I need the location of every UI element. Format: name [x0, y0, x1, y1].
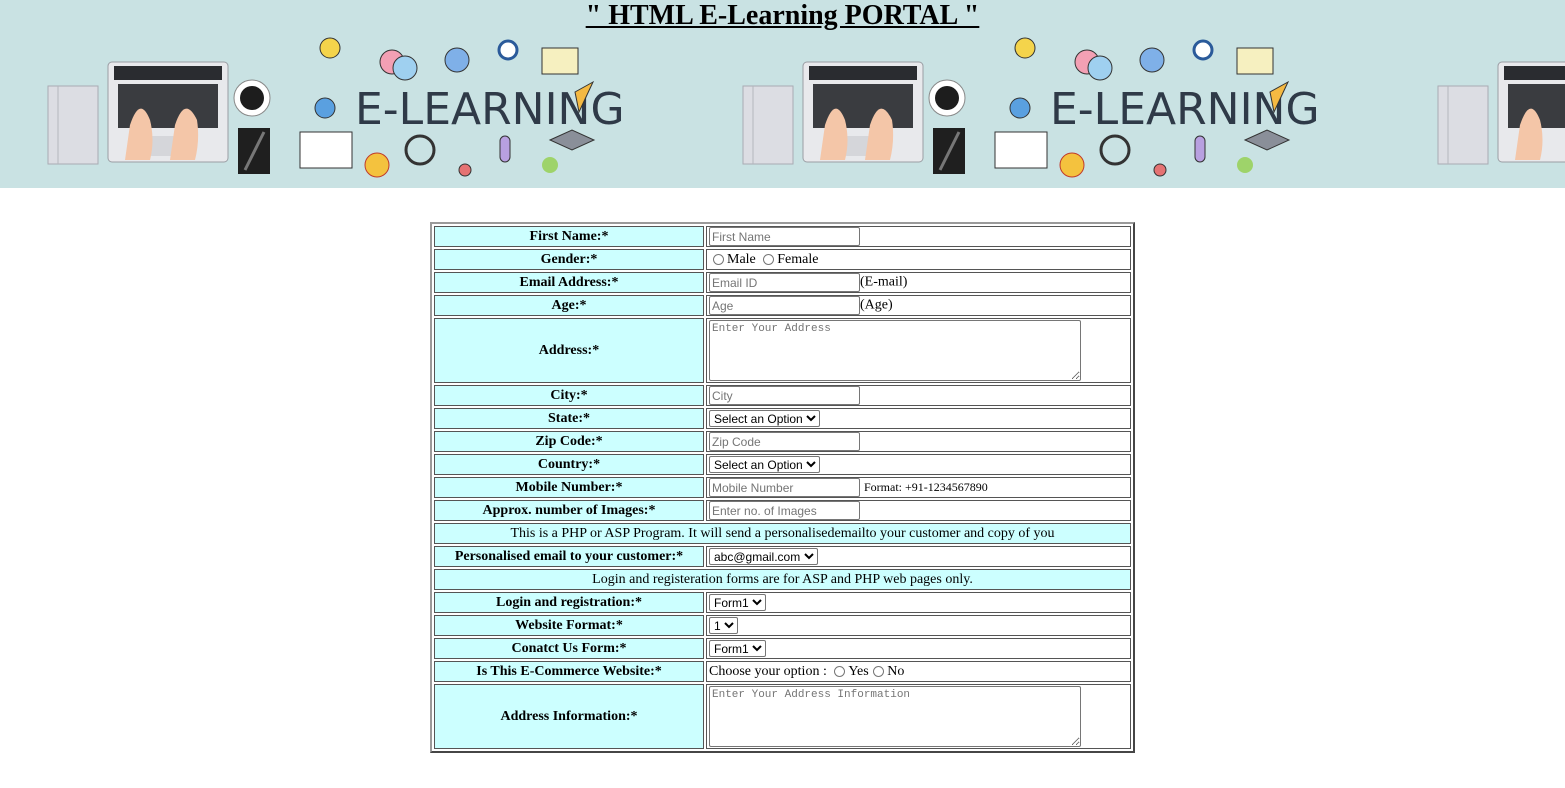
row-email: Email Address:* (E-mail)	[434, 272, 1131, 293]
address-label: Address:*	[434, 318, 704, 383]
ecommerce-prompt: Choose your option :	[709, 663, 827, 679]
city-input[interactable]	[709, 386, 860, 405]
row-contact-form: Conatct Us Form:* Form1	[434, 638, 1131, 659]
images-input[interactable]	[709, 501, 860, 520]
zip-input[interactable]	[709, 432, 860, 451]
php-note: This is a PHP or ASP Program. It will se…	[434, 523, 1131, 544]
row-zip: Zip Code:*	[434, 431, 1131, 452]
row-state: State:* Select an Option	[434, 408, 1131, 429]
age-input[interactable]	[709, 296, 860, 315]
form-table: First Name:* Gender:* Male Female Email …	[430, 222, 1135, 753]
gender-label: Gender:*	[434, 249, 704, 270]
address-textarea[interactable]	[709, 320, 1081, 381]
website-format-select[interactable]: 1	[709, 617, 738, 634]
ecommerce-no-label: No	[887, 663, 905, 679]
row-mobile: Mobile Number:* Format: +91-1234567890	[434, 477, 1131, 498]
state-select[interactable]: Select an Option	[709, 410, 820, 427]
page-title: " HTML E-Learning PORTAL "	[585, 0, 980, 31]
row-first-name: First Name:*	[434, 226, 1131, 247]
personalised-email-select[interactable]: abc@gmail.com	[709, 548, 818, 565]
ecommerce-yes-radio[interactable]	[834, 665, 846, 677]
row-gender: Gender:* Male Female	[434, 249, 1131, 270]
login-registration-select[interactable]: Form1	[709, 594, 766, 611]
row-age: Age:* (Age)	[434, 295, 1131, 316]
login-registration-label: Login and registration:*	[434, 592, 704, 613]
first-name-label: First Name:*	[434, 226, 704, 247]
ecommerce-yes-label: Yes	[848, 663, 869, 679]
gender-male-radio[interactable]	[713, 253, 724, 265]
personalised-email-label: Personalised email to your customer:*	[434, 546, 704, 567]
first-name-input[interactable]	[709, 227, 860, 246]
row-ecommerce: Is This E-Commerce Website:* Choose your…	[434, 661, 1131, 682]
login-note: Login and registeration forms are for AS…	[434, 569, 1131, 590]
website-format-label: Website Format:*	[434, 615, 704, 636]
email-label: Email Address:*	[434, 272, 704, 293]
mobile-format-hint: Format: +91-1234567890	[864, 479, 988, 494]
country-label: Country:*	[434, 454, 704, 475]
row-login-registration: Login and registration:* Form1	[434, 592, 1131, 613]
city-label: City:*	[434, 385, 704, 406]
registration-form: First Name:* Gender:* Male Female Email …	[430, 222, 1135, 753]
email-input[interactable]	[709, 273, 860, 292]
contact-form-label: Conatct Us Form:*	[434, 638, 704, 659]
row-country: Country:* Select an Option	[434, 454, 1131, 475]
mobile-input[interactable]	[709, 478, 860, 497]
age-hint: (Age)	[860, 297, 893, 313]
row-php-note: This is a PHP or ASP Program. It will se…	[434, 523, 1131, 544]
country-select[interactable]: Select an Option	[709, 456, 820, 473]
address-info-label: Address Information:*	[434, 684, 704, 749]
gender-male-label: Male	[727, 251, 756, 267]
address-info-textarea[interactable]	[709, 686, 1081, 747]
row-city: City:*	[434, 385, 1131, 406]
gender-female-label: Female	[777, 251, 819, 267]
banner: E-LEARNING E-LEARNING " HTML E-Learning …	[0, 0, 1565, 188]
contact-form-select[interactable]: Form1	[709, 640, 766, 657]
row-address-info: Address Information:*	[434, 684, 1131, 749]
state-label: State:*	[434, 408, 704, 429]
age-label: Age:*	[434, 295, 704, 316]
mobile-label: Mobile Number:*	[434, 477, 704, 498]
images-label: Approx. number of Images:*	[434, 500, 704, 521]
row-website-format: Website Format:* 1	[434, 615, 1131, 636]
gender-female-radio[interactable]	[763, 253, 775, 265]
row-personalised-email: Personalised email to your customer:* ab…	[434, 546, 1131, 567]
row-address: Address:*	[434, 318, 1131, 383]
email-hint: (E-mail)	[860, 274, 908, 290]
zip-label: Zip Code:*	[434, 431, 704, 452]
row-images: Approx. number of Images:*	[434, 500, 1131, 521]
ecommerce-no-radio[interactable]	[873, 665, 885, 677]
row-login-note: Login and registeration forms are for AS…	[434, 569, 1131, 590]
ecommerce-label: Is This E-Commerce Website:*	[434, 661, 704, 682]
